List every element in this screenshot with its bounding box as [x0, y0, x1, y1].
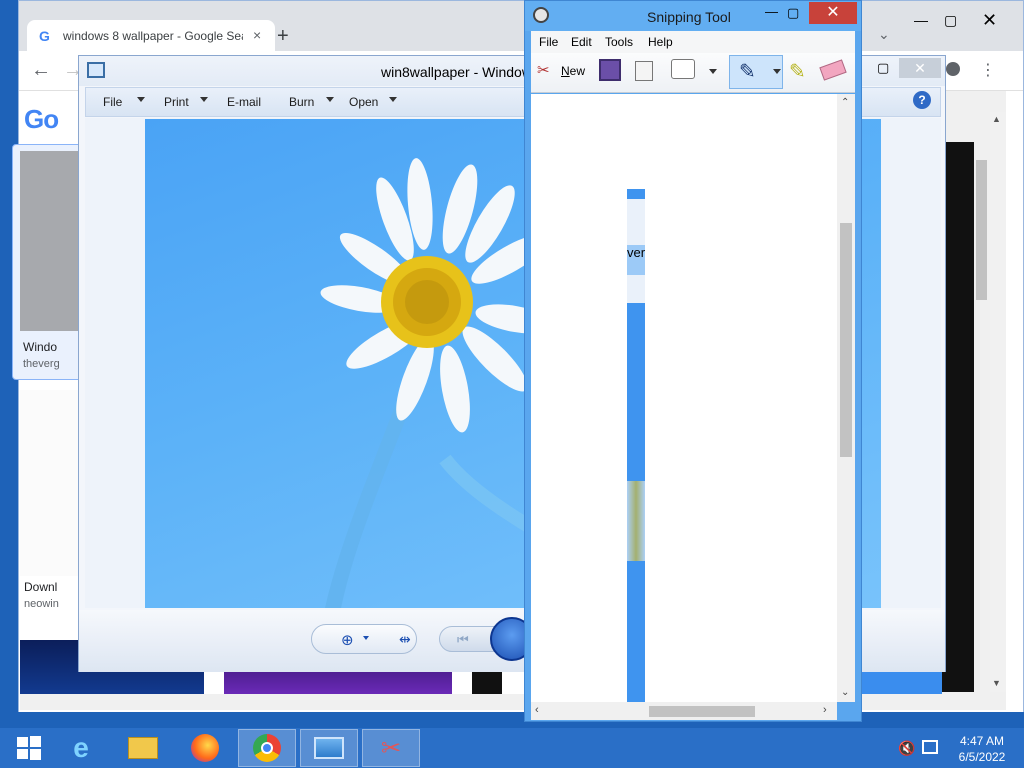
network-icon[interactable] [922, 740, 938, 754]
preview-image-bottom [862, 672, 942, 694]
volume-muted-icon[interactable]: 🔇 [898, 740, 915, 757]
new-snip-scissors-icon[interactable]: ✂ [537, 61, 550, 79]
photo-viewer-app-icon [87, 62, 105, 78]
result-source: theverg [23, 358, 60, 370]
windows-logo-icon [17, 736, 41, 760]
pen-dropdown-arrow-icon[interactable] [773, 69, 781, 74]
scroll-up-arrow-icon[interactable]: ▲ [992, 114, 1001, 124]
copy-icon[interactable] [635, 61, 653, 81]
menu-print-arrow-icon[interactable] [200, 97, 208, 102]
snipping-tool-close-button[interactable]: ✕ [809, 2, 857, 24]
menu-email[interactable]: E-mail [227, 95, 261, 109]
scissors-app-icon [533, 7, 549, 23]
send-snip-icon[interactable] [671, 59, 695, 79]
chrome-maximize-button[interactable]: ▢ [944, 12, 957, 29]
send-dropdown-arrow-icon[interactable] [709, 69, 717, 74]
google-logo-text: Go [24, 104, 59, 134]
tab-close-icon[interactable]: × [253, 27, 261, 43]
result-title: Downl [24, 580, 58, 594]
chrome-taskbar-button[interactable] [238, 729, 296, 767]
result-source: neowin [24, 598, 59, 610]
chrome-minimize-button[interactable]: — [914, 12, 928, 28]
captured-strip-light-2 [627, 275, 645, 303]
photo-viewer-taskbar-button[interactable] [300, 729, 358, 767]
google-logo[interactable]: Go [24, 104, 59, 135]
chrome-tab[interactable]: G windows 8 wallpaper - Google Search × [27, 20, 275, 52]
menu-file-arrow-icon[interactable] [137, 97, 145, 102]
previous-icon[interactable]: ⏮ [457, 632, 469, 648]
snipping-tool-title: Snipping Tool [647, 9, 731, 25]
captured-daisy-fragment [627, 481, 645, 561]
clock-date: 6/5/2022 [958, 750, 1006, 764]
chrome-icon [253, 734, 281, 762]
new-snip-button[interactable]: New [561, 64, 585, 78]
scroll-down-arrow-icon[interactable]: ▼ [992, 678, 1001, 688]
snipping-tool-maximize-button[interactable]: ▢ [787, 5, 799, 21]
chrome-close-button[interactable]: ✕ [982, 10, 997, 31]
snipping-tool-minimize-button[interactable]: — [765, 4, 778, 19]
new-accel-letter: N [561, 64, 570, 78]
snip-scroll-up-icon[interactable]: ⌃ [841, 97, 849, 108]
tab-search-chevron-icon[interactable]: ⌄ [878, 26, 890, 43]
clock-time: 4:47 AM [959, 734, 1005, 748]
snip-vertical-thumb[interactable] [840, 223, 852, 457]
internet-explorer-button[interactable]: e [52, 729, 110, 767]
pen-icon: ✎ [739, 61, 756, 83]
snip-menu-tools[interactable]: Tools [605, 35, 633, 49]
snip-canvas [531, 94, 837, 702]
highlighter-icon[interactable]: ✎ [789, 59, 806, 84]
save-icon[interactable] [599, 59, 621, 81]
firefox-button[interactable] [176, 729, 234, 767]
back-arrow-icon[interactable]: ← [31, 59, 51, 82]
menu-burn-arrow-icon[interactable] [326, 97, 334, 102]
profile-avatar-icon[interactable] [946, 62, 960, 76]
snip-scroll-right-icon[interactable]: › [823, 704, 827, 716]
photo-viewer-maximize-button[interactable]: ▢ [877, 60, 889, 76]
snip-horizontal-thumb[interactable] [649, 706, 755, 717]
actual-size-icon[interactable]: ⇹ [399, 631, 411, 648]
firefox-icon [191, 734, 219, 762]
snip-scroll-left-icon[interactable]: ‹ [535, 704, 539, 716]
snip-menu-file[interactable]: File [539, 35, 558, 49]
menu-burn[interactable]: Burn [289, 95, 314, 109]
menu-print[interactable]: Print [164, 95, 189, 109]
menu-open-arrow-icon[interactable] [389, 97, 397, 102]
snip-menu-help[interactable]: Help [648, 35, 673, 49]
new-tab-button[interactable]: + [277, 25, 289, 48]
photo-viewer-close-button[interactable]: ✕ [899, 58, 941, 78]
folder-icon [128, 737, 158, 759]
captured-strip-text: ver [627, 245, 645, 275]
zoom-icon[interactable]: ⊕ [341, 631, 354, 649]
snipping-tool-window: Snipping Tool — ▢ ✕ File Edit Tools Help… [524, 0, 862, 722]
taskbar-clock[interactable]: 4:47 AM 6/5/2022 [952, 733, 1012, 765]
chrome-scroll-thumb[interactable] [976, 160, 987, 300]
new-label-rest: ew [569, 64, 586, 78]
chrome-tab-title: windows 8 wallpaper - Google Search [63, 29, 243, 43]
chrome-menu-icon[interactable]: ⋮ [980, 60, 996, 80]
menu-file[interactable]: File [103, 95, 122, 109]
help-icon[interactable]: ? [913, 91, 931, 109]
menu-open[interactable]: Open [349, 95, 378, 109]
google-favicon-icon: G [39, 28, 50, 44]
snip-scroll-down-icon[interactable]: ⌄ [841, 687, 849, 698]
file-explorer-button[interactable] [114, 729, 172, 767]
snipping-tool-taskbar-button[interactable]: ✂ [362, 729, 420, 767]
photo-viewer-icon [314, 737, 344, 759]
snip-menu-edit[interactable]: Edit [571, 35, 592, 49]
preview-dark-area [942, 142, 974, 692]
captured-strip-light [627, 199, 645, 245]
snipping-tool-icon: ✂ [380, 734, 402, 762]
internet-explorer-icon: e [73, 732, 89, 763]
start-button[interactable] [0, 729, 58, 767]
zoom-dropdown-arrow-icon[interactable] [363, 636, 369, 640]
chrome-vertical-scrollbar[interactable] [990, 112, 1006, 692]
result-title: Windo [23, 340, 58, 354]
